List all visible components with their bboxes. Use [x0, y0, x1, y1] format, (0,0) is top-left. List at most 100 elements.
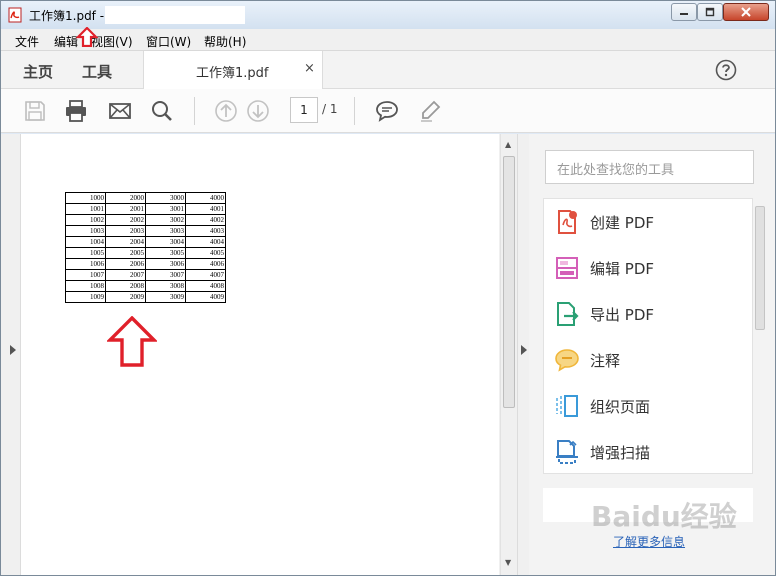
data-table: 1000 2000 3000 4000 1001 2001 3001 4001 1002 2002…	[65, 192, 226, 303]
menu-bar: 文件 编辑 视图(V) 窗口(W) 帮助(H)	[1, 29, 775, 51]
title-redaction	[105, 6, 245, 24]
scroll-up-icon[interactable]: ▲	[505, 140, 511, 149]
more-info-link[interactable]: 了解更多信息	[613, 533, 685, 550]
toolbar	[1, 89, 775, 133]
maximize-icon	[705, 7, 715, 17]
table-cell: 2003	[105, 225, 146, 237]
table-row: 1007 2007 3007 4007	[65, 269, 226, 281]
table-cell: 4008	[185, 280, 226, 292]
table-cell: 1006	[65, 258, 106, 270]
document-tab-label: 工作簿1.pdf	[196, 66, 269, 81]
table-cell: 3009	[145, 291, 186, 303]
tool-comment[interactable]: 注释	[544, 339, 752, 379]
table-row: 1000 2000 3000 4000	[65, 192, 226, 204]
menu-file[interactable]: 文件	[15, 33, 39, 50]
tools-scrollbar-thumb[interactable]	[755, 206, 765, 330]
create-pdf-icon	[558, 210, 577, 234]
menu-window[interactable]: 窗口(W)	[146, 33, 191, 50]
tab-row: 主页 工具 工作簿1.pdf ×	[1, 51, 775, 89]
page-down-icon[interactable]	[246, 99, 270, 123]
document-scrollbar[interactable]: ▲ ▼	[500, 134, 517, 575]
collapse-right-icon	[521, 345, 527, 355]
table-cell: 2005	[105, 247, 146, 259]
table-cell: 1001	[65, 203, 106, 215]
tool-organize-pages[interactable]: 组织页面	[544, 385, 752, 425]
table-cell: 4004	[185, 236, 226, 248]
table-cell: 2001	[105, 203, 146, 215]
table-cell: 4007	[185, 269, 226, 281]
scroll-down-icon[interactable]: ▼	[505, 558, 511, 567]
table-row: 1009 2009 3009 4009	[65, 291, 226, 303]
menu-edit[interactable]: 编辑	[54, 33, 78, 50]
comment-tool-icon	[555, 349, 579, 372]
tool-label: 导出 PDF	[590, 306, 654, 324]
left-panel-toggle[interactable]	[1, 134, 21, 575]
close-button[interactable]	[723, 3, 769, 21]
email-icon[interactable]	[108, 99, 132, 123]
tool-list: 创建 PDF 编辑 PDF 导出 PDF 注释 组织页面 增强扫描	[543, 198, 753, 474]
table-row: 1002 2002 3002 4002	[65, 214, 226, 226]
annotation-arrow-up-small	[76, 27, 98, 47]
page-number-input[interactable]: 1	[290, 97, 318, 123]
table-row: 1008 2008 3008 4008	[65, 280, 226, 292]
expand-left-icon	[10, 345, 16, 355]
table-row: 1004 2004 3004 4004	[65, 236, 226, 248]
tab-document[interactable]: 工作簿1.pdf ×	[143, 51, 323, 89]
table-cell: 2008	[105, 280, 146, 292]
tool-export-pdf[interactable]: 导出 PDF	[544, 293, 752, 333]
search-icon[interactable]	[150, 99, 174, 123]
table-cell: 3006	[145, 258, 186, 270]
table-cell: 4003	[185, 225, 226, 237]
table-cell: 4000	[185, 192, 226, 204]
save-icon[interactable]	[23, 99, 47, 123]
minimize-button[interactable]	[671, 3, 697, 21]
comment-icon[interactable]	[375, 99, 399, 123]
title-bar: 工作簿1.pdf -	[1, 1, 775, 29]
document-viewer: 1000 2000 3000 4000 1001 2001 3001 4001 1002 2002…	[1, 134, 517, 575]
table-cell: 1004	[65, 236, 106, 248]
menu-help[interactable]: 帮助(H)	[204, 33, 246, 50]
table-cell: 1002	[65, 214, 106, 226]
maximize-button[interactable]	[697, 3, 723, 21]
annotation-arrow-up	[107, 316, 157, 367]
tools-scrollbar[interactable]	[753, 198, 767, 474]
minimize-icon	[680, 13, 688, 15]
table-cell: 2000	[105, 192, 146, 204]
watermark: Baidu经验	[591, 500, 737, 533]
export-pdf-icon	[557, 302, 579, 326]
highlight-pen-icon[interactable]	[418, 99, 442, 123]
table-cell: 2006	[105, 258, 146, 270]
table-cell: 2009	[105, 291, 146, 303]
table-row: 1006 2006 3006 4006	[65, 258, 226, 270]
table-cell: 1009	[65, 291, 106, 303]
table-cell: 4009	[185, 291, 226, 303]
tool-label: 编辑 PDF	[590, 260, 654, 278]
table-cell: 1005	[65, 247, 106, 259]
tool-edit-pdf[interactable]: 编辑 PDF	[544, 247, 752, 287]
scrollbar-thumb[interactable]	[503, 156, 515, 408]
close-tab-icon[interactable]: ×	[304, 61, 315, 76]
tab-home[interactable]: 主页	[23, 61, 53, 82]
edit-pdf-icon	[556, 257, 578, 279]
right-pane-toggle[interactable]	[517, 134, 529, 575]
tool-enhance-scan[interactable]: 增强扫描	[544, 431, 752, 471]
close-icon	[741, 7, 751, 17]
tool-create-pdf[interactable]: 创建 PDF	[544, 201, 752, 241]
help-circle-icon[interactable]	[715, 59, 737, 81]
table-cell: 2007	[105, 269, 146, 281]
tab-tools[interactable]: 工具	[82, 61, 112, 82]
print-icon[interactable]	[64, 99, 88, 123]
table-cell: 1007	[65, 269, 106, 281]
pdf-page: 1000 2000 3000 4000 1001 2001 3001 4001 1002 2002…	[21, 134, 499, 575]
table-cell: 4006	[185, 258, 226, 270]
page-up-icon[interactable]	[214, 99, 238, 123]
tool-label: 创建 PDF	[590, 214, 654, 232]
table-cell: 3001	[145, 203, 186, 215]
table-cell: 2004	[105, 236, 146, 248]
tool-search-input[interactable]: 在此处查找您的工具	[545, 150, 754, 184]
table-cell: 1000	[65, 192, 106, 204]
table-cell: 1008	[65, 280, 106, 292]
table-cell: 4001	[185, 203, 226, 215]
app-window: 工作簿1.pdf - 文件 编辑 视图(V) 窗口(W) 帮助(H) 主页 工具…	[0, 0, 776, 576]
pdf-app-icon	[8, 7, 22, 23]
